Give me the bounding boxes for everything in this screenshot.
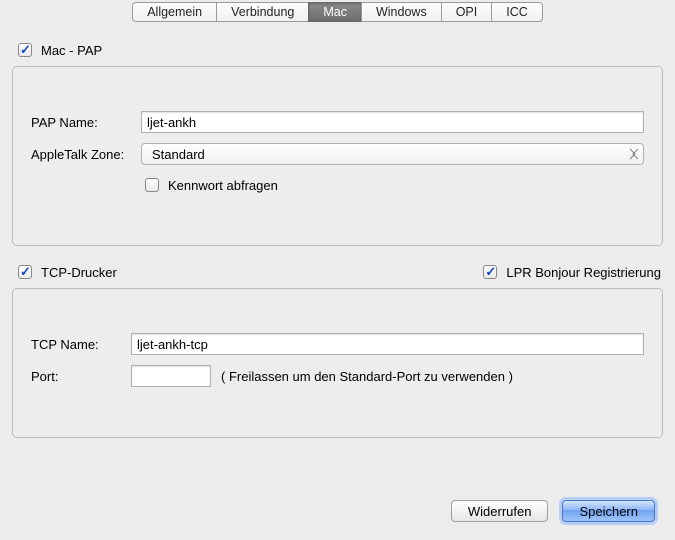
panel-mac: Mac - PAP PAP Name: AppleTalk Zone: Stan…	[0, 22, 675, 438]
port-input[interactable]	[131, 365, 211, 387]
ask-password-label: Kennwort abfragen	[168, 178, 278, 193]
dialog-buttons: Widerrufen Speichern	[451, 500, 655, 522]
mac-pap-checkbox[interactable]	[18, 43, 32, 57]
port-label: Port:	[31, 369, 131, 384]
tab-opi[interactable]: OPI	[441, 2, 492, 22]
tcp-name-input[interactable]	[131, 333, 644, 355]
pap-name-label: PAP Name:	[31, 115, 141, 130]
tab-mac[interactable]: Mac	[308, 2, 361, 22]
ask-password-checkbox[interactable]	[145, 178, 159, 192]
appletalk-zone-label: AppleTalk Zone:	[31, 147, 141, 162]
revert-button[interactable]: Widerrufen	[451, 500, 549, 522]
tab-verbindung[interactable]: Verbindung	[216, 2, 308, 22]
tab-bar: Allgemein Verbindung Mac Windows OPI ICC	[0, 0, 675, 22]
save-button[interactable]: Speichern	[562, 500, 655, 522]
tab-allgemein[interactable]: Allgemein	[132, 2, 216, 22]
pap-name-input[interactable]	[141, 111, 644, 133]
mac-pap-group: PAP Name: AppleTalk Zone: Standard	[12, 66, 663, 246]
settings-window: Allgemein Verbindung Mac Windows OPI ICC…	[0, 0, 675, 540]
mac-pap-label: Mac - PAP	[41, 43, 102, 58]
appletalk-zone-select[interactable]: Standard	[141, 143, 644, 165]
tab-windows[interactable]: Windows	[361, 2, 441, 22]
tcp-printer-checkbox[interactable]	[18, 265, 32, 279]
port-hint: ( Freilassen um den Standard-Port zu ver…	[221, 369, 513, 384]
tcp-printer-label: TCP-Drucker	[41, 265, 117, 280]
lpr-bonjour-label: LPR Bonjour Registrierung	[506, 265, 661, 280]
lpr-bonjour-checkbox[interactable]	[483, 265, 497, 279]
tcp-name-label: TCP Name:	[31, 337, 131, 352]
tab-icc[interactable]: ICC	[491, 2, 543, 22]
tcp-group: TCP Name: Port: ( Freilassen um den Stan…	[12, 288, 663, 438]
